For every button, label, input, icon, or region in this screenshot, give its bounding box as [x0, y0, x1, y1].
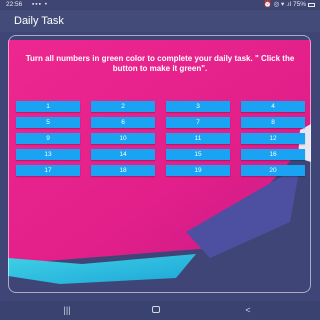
number-button-2[interactable]: 2: [91, 101, 155, 112]
number-button-18[interactable]: 18: [91, 165, 155, 176]
number-button-8[interactable]: 8: [241, 117, 305, 128]
number-button-4[interactable]: 4: [241, 101, 305, 112]
number-button-13[interactable]: 13: [16, 149, 80, 160]
home-icon[interactable]: [149, 304, 163, 317]
battery-icon: [308, 3, 315, 7]
number-button-19[interactable]: 19: [166, 165, 230, 176]
number-button-20[interactable]: 20: [241, 165, 305, 176]
number-button-11[interactable]: 11: [166, 133, 230, 144]
nav-bar: ||| <: [0, 301, 320, 320]
status-time: 22:56: [6, 1, 23, 8]
status-bar: 22:56 ▪▪▪ • ⏰ ◎ ▾ .ıl 75%: [0, 0, 320, 10]
number-button-16[interactable]: 16: [241, 149, 305, 160]
number-button-7[interactable]: 7: [166, 117, 230, 128]
number-button-12[interactable]: 12: [241, 133, 305, 144]
number-button-6[interactable]: 6: [91, 117, 155, 128]
status-text: ⏰ ◎ ▾ .ıl 75%: [263, 1, 306, 8]
number-button-15[interactable]: 15: [166, 149, 230, 160]
app-bar: Daily Task: [0, 10, 320, 32]
number-button-10[interactable]: 10: [91, 133, 155, 144]
status-right: ⏰ ◎ ▾ .ıl 75%: [264, 0, 315, 10]
number-button-1[interactable]: 1: [16, 101, 80, 112]
number-button-17[interactable]: 17: [16, 165, 80, 176]
instruction-text: Turn all numbers in green color to compl…: [25, 54, 295, 73]
notification-icons: ▪▪▪ •: [32, 1, 48, 8]
back-icon[interactable]: <: [241, 304, 255, 317]
number-button-3[interactable]: 3: [166, 101, 230, 112]
number-grid: 1 2 3 4 5 6 7 8 9 10 11 12 13 14 15 16 17 18 19 20: [16, 101, 305, 176]
page-title: Daily Task: [14, 15, 64, 27]
recent-apps-icon[interactable]: |||: [60, 304, 74, 317]
number-button-14[interactable]: 14: [91, 149, 155, 160]
number-button-9[interactable]: 9: [16, 133, 80, 144]
number-button-5[interactable]: 5: [16, 117, 80, 128]
